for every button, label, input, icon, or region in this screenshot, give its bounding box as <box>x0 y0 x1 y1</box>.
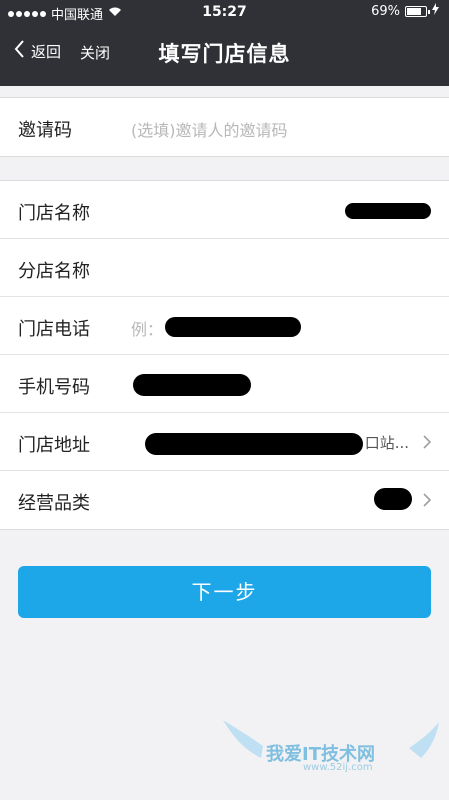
next-step-button[interactable]: 下一步 <box>18 566 431 618</box>
watermark-url: www.52ij.com <box>303 762 373 773</box>
store-name-row[interactable]: 门店名称 <box>0 181 449 239</box>
redacted-address <box>145 433 363 455</box>
address-row[interactable]: 门店地址 口站... <box>0 413 449 471</box>
category-row[interactable]: 经营品类 <box>0 471 449 529</box>
branch-name-label: 分店名称 <box>18 261 90 282</box>
battery-status: 69% <box>371 3 439 19</box>
redacted-store-phone <box>165 317 301 337</box>
invite-row[interactable]: 邀请码 (选填)邀请人的邀请码 <box>0 98 449 156</box>
battery-percent: 69% <box>371 3 400 19</box>
status-bar: 中国联通 15:27 69% <box>0 0 449 26</box>
charging-icon <box>432 3 439 19</box>
mobile-row[interactable]: 手机号码 <box>0 355 449 413</box>
chevron-right-icon <box>423 491 432 512</box>
branch-name-row[interactable]: 分店名称 <box>0 239 449 297</box>
battery-icon <box>405 5 430 17</box>
store-name-label: 门店名称 <box>18 203 90 224</box>
mobile-label: 手机号码 <box>18 377 90 398</box>
redacted-mobile <box>133 374 251 396</box>
redacted-category <box>374 488 412 510</box>
redacted-store-name <box>345 203 431 219</box>
store-phone-row[interactable]: 门店电话 例： <box>0 297 449 355</box>
watermark-logo: 我爱IT技术网 www.52ij.com <box>221 718 441 788</box>
address-label: 门店地址 <box>18 435 90 456</box>
category-label: 经营品类 <box>18 493 90 514</box>
invite-group: 邀请码 (选填)邀请人的邀请码 <box>0 97 449 157</box>
store-info-group: 门店名称 分店名称 门店电话 例： 手机号码 门店地址 口站... 经营品类 <box>0 180 449 530</box>
store-phone-input[interactable]: 例： <box>131 316 163 340</box>
page-title: 填写门店信息 <box>158 42 291 66</box>
top-bar: 中国联通 15:27 69% 返回 关闭 填写门店信息 <box>0 0 449 86</box>
address-value-suffix: 口站... <box>364 434 409 452</box>
navigation-bar: 返回 关闭 填写门店信息 <box>0 26 449 86</box>
store-phone-label: 门店电话 <box>18 319 90 340</box>
invite-label: 邀请码 <box>18 120 72 141</box>
chevron-right-icon <box>423 433 432 454</box>
invite-code-input[interactable]: (选填)邀请人的邀请码 <box>131 117 288 141</box>
